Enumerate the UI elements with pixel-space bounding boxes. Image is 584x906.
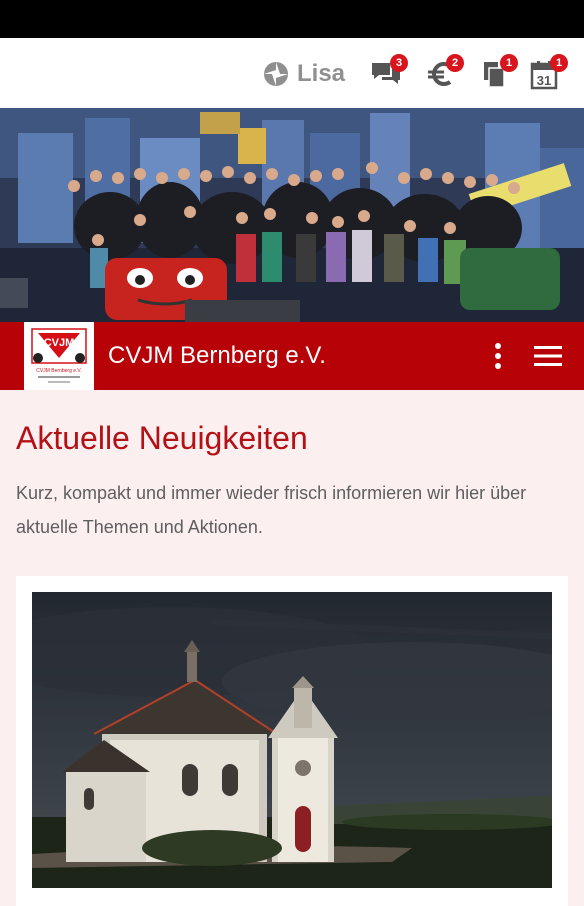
more-options-button[interactable]: [484, 334, 512, 378]
intro-text: Kurz, kompakt und immer wieder frisch in…: [16, 483, 527, 537]
payments-button[interactable]: 2: [422, 54, 464, 92]
logo-subtitle: CVJM Bernberg e.V.: [36, 368, 81, 374]
messages-badge: 3: [390, 54, 408, 72]
user-name: Lisa: [297, 60, 346, 87]
more-vert-icon: [495, 343, 501, 369]
calendar-badge: 1: [550, 54, 568, 72]
status-bar: [0, 0, 584, 38]
hero-banner: [0, 108, 584, 322]
user-status-icon: [262, 60, 290, 88]
menu-icon: [534, 346, 562, 366]
documents-badge: 1: [500, 54, 518, 72]
news-card-image[interactable]: [32, 592, 552, 888]
news-card[interactable]: [16, 576, 568, 906]
documents-button[interactable]: 1: [476, 54, 518, 92]
site-title[interactable]: CVJM Bernberg e.V.: [108, 340, 326, 372]
brand-bar: CVJM CVJM Bernberg e.V. CVJM Bernberg e.…: [0, 322, 584, 390]
calendar-button[interactable]: 31 1: [526, 54, 568, 92]
messages-button[interactable]: 3: [366, 54, 408, 92]
logo-text: CVJM: [44, 337, 75, 349]
calendar-day: 31: [537, 73, 551, 88]
club-logo[interactable]: CVJM CVJM Bernberg e.V.: [24, 322, 94, 390]
menu-button[interactable]: [528, 334, 568, 378]
user-account[interactable]: Lisa: [262, 56, 345, 92]
payments-badge: 2: [446, 54, 464, 72]
page-title: Aktuelle Neuigkeiten: [16, 420, 308, 456]
